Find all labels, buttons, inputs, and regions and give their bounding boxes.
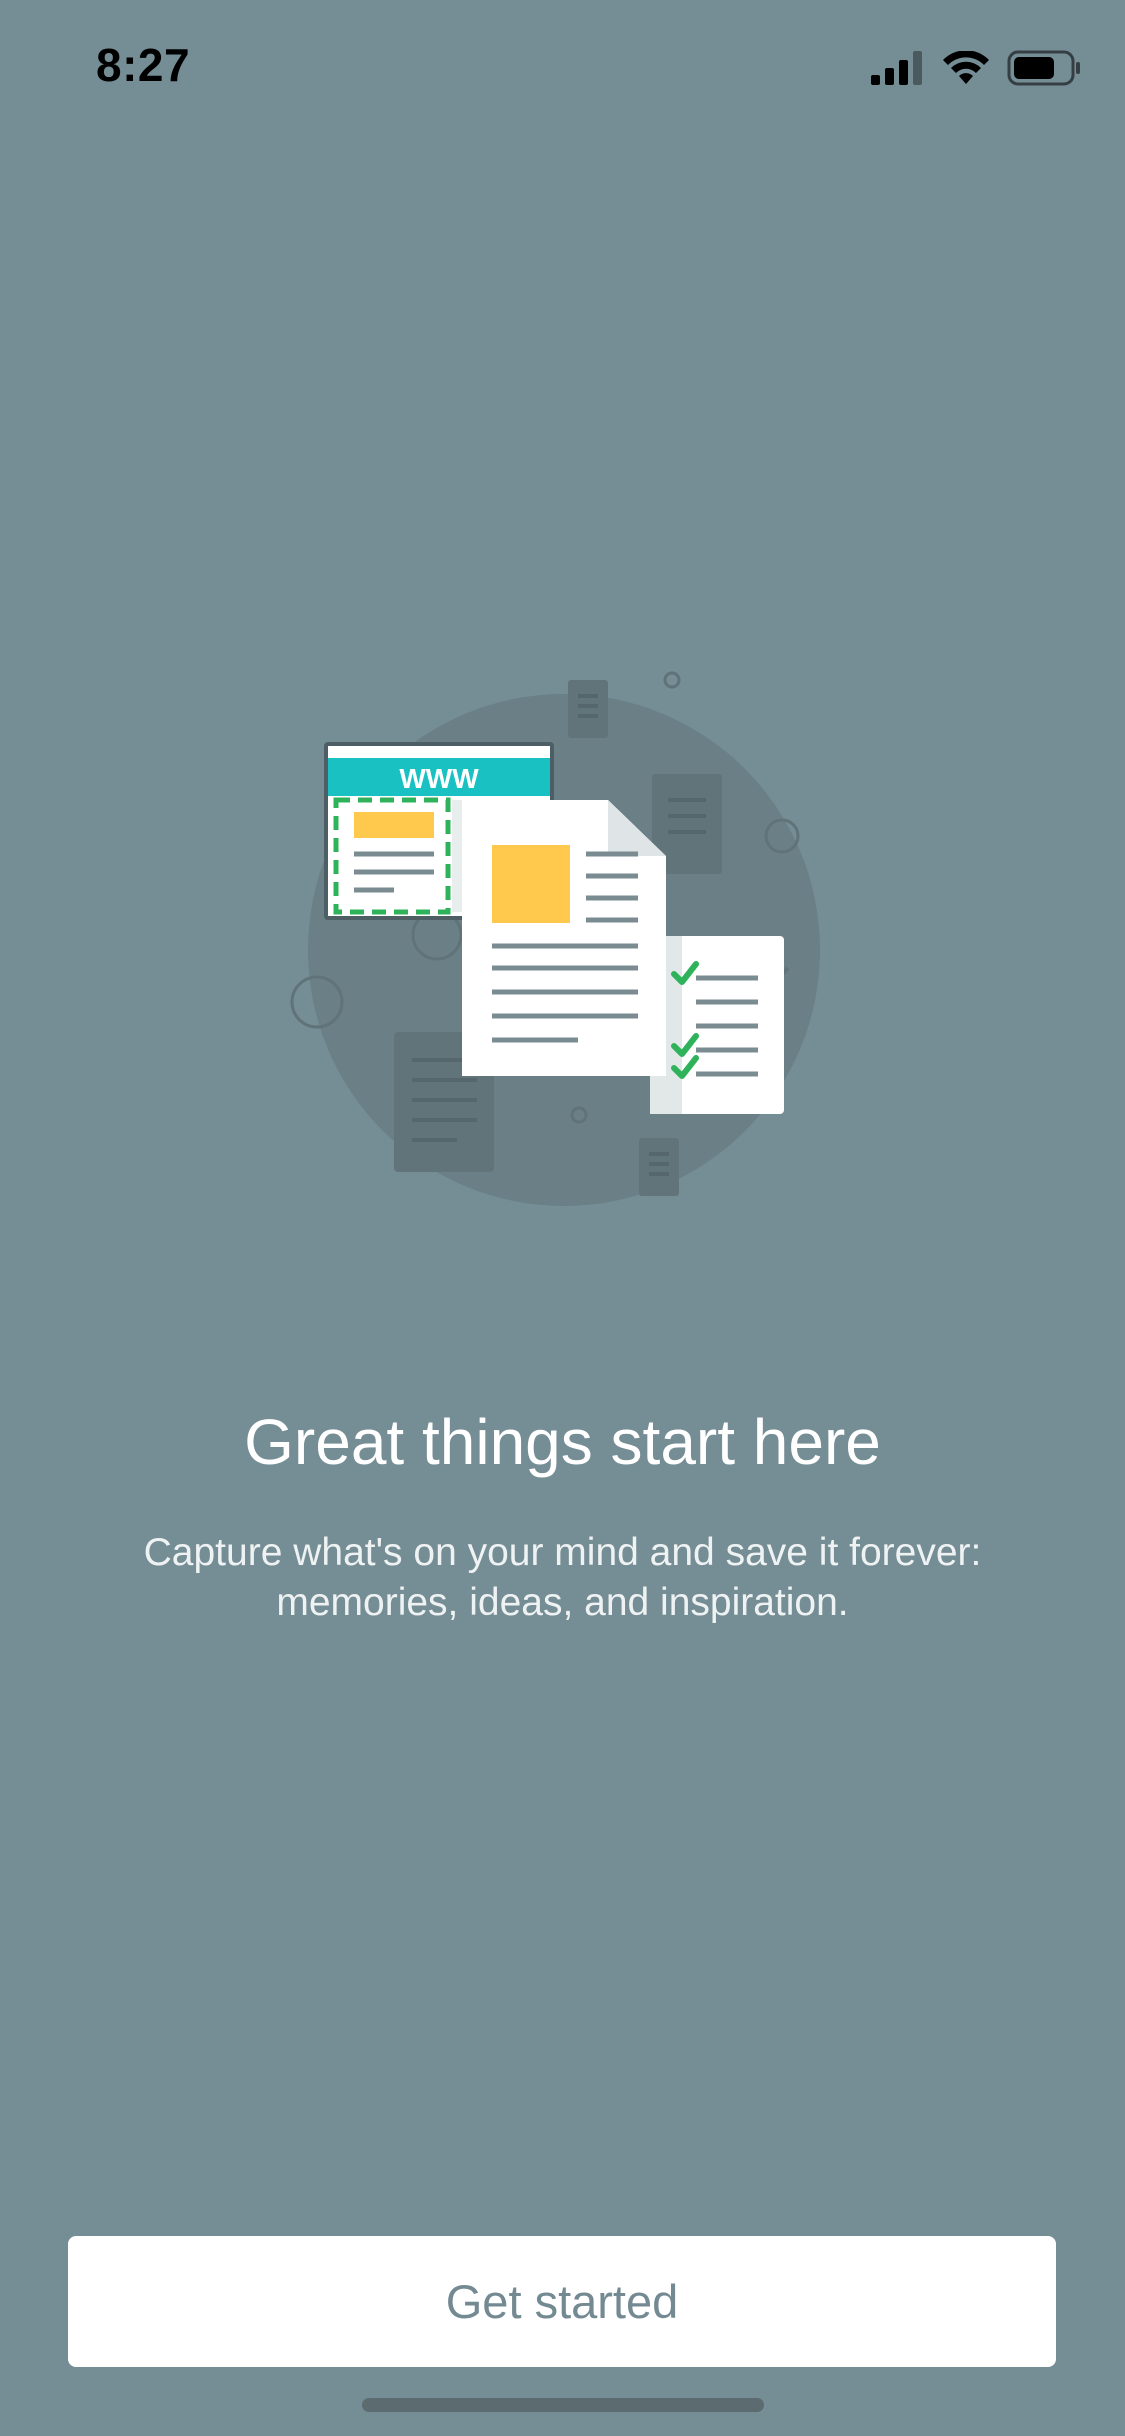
battery-icon [1007, 50, 1080, 86]
home-indicator[interactable] [362, 2398, 764, 2412]
signal-icon [871, 51, 922, 85]
onboarding-subtitle: Capture what's on your mind and save it … [80, 1528, 1045, 1628]
browser-www-label: WWW [399, 763, 479, 794]
get-started-button[interactable]: Get started [68, 2236, 1056, 2367]
checklist-note-graphic [650, 936, 784, 1114]
onboarding-screen: 8:27 WWW Great things start here Capture… [0, 0, 1125, 2436]
onboarding-title: Great things start here [244, 1406, 881, 1478]
onboarding-subtitle-line1: Capture what's on your mind and save it … [143, 1531, 982, 1574]
decor-circle [663, 671, 681, 689]
status-bar: 8:27 [0, 0, 1125, 132]
status-icons [871, 48, 1081, 88]
onboarding-subtitle-line2: memories, ideas, and inspiration. [276, 1581, 849, 1624]
onboarding-illustration: WWW [290, 671, 820, 1206]
document-graphic [462, 800, 666, 1076]
wifi-icon [943, 51, 989, 84]
status-time: 8:27 [96, 39, 191, 91]
